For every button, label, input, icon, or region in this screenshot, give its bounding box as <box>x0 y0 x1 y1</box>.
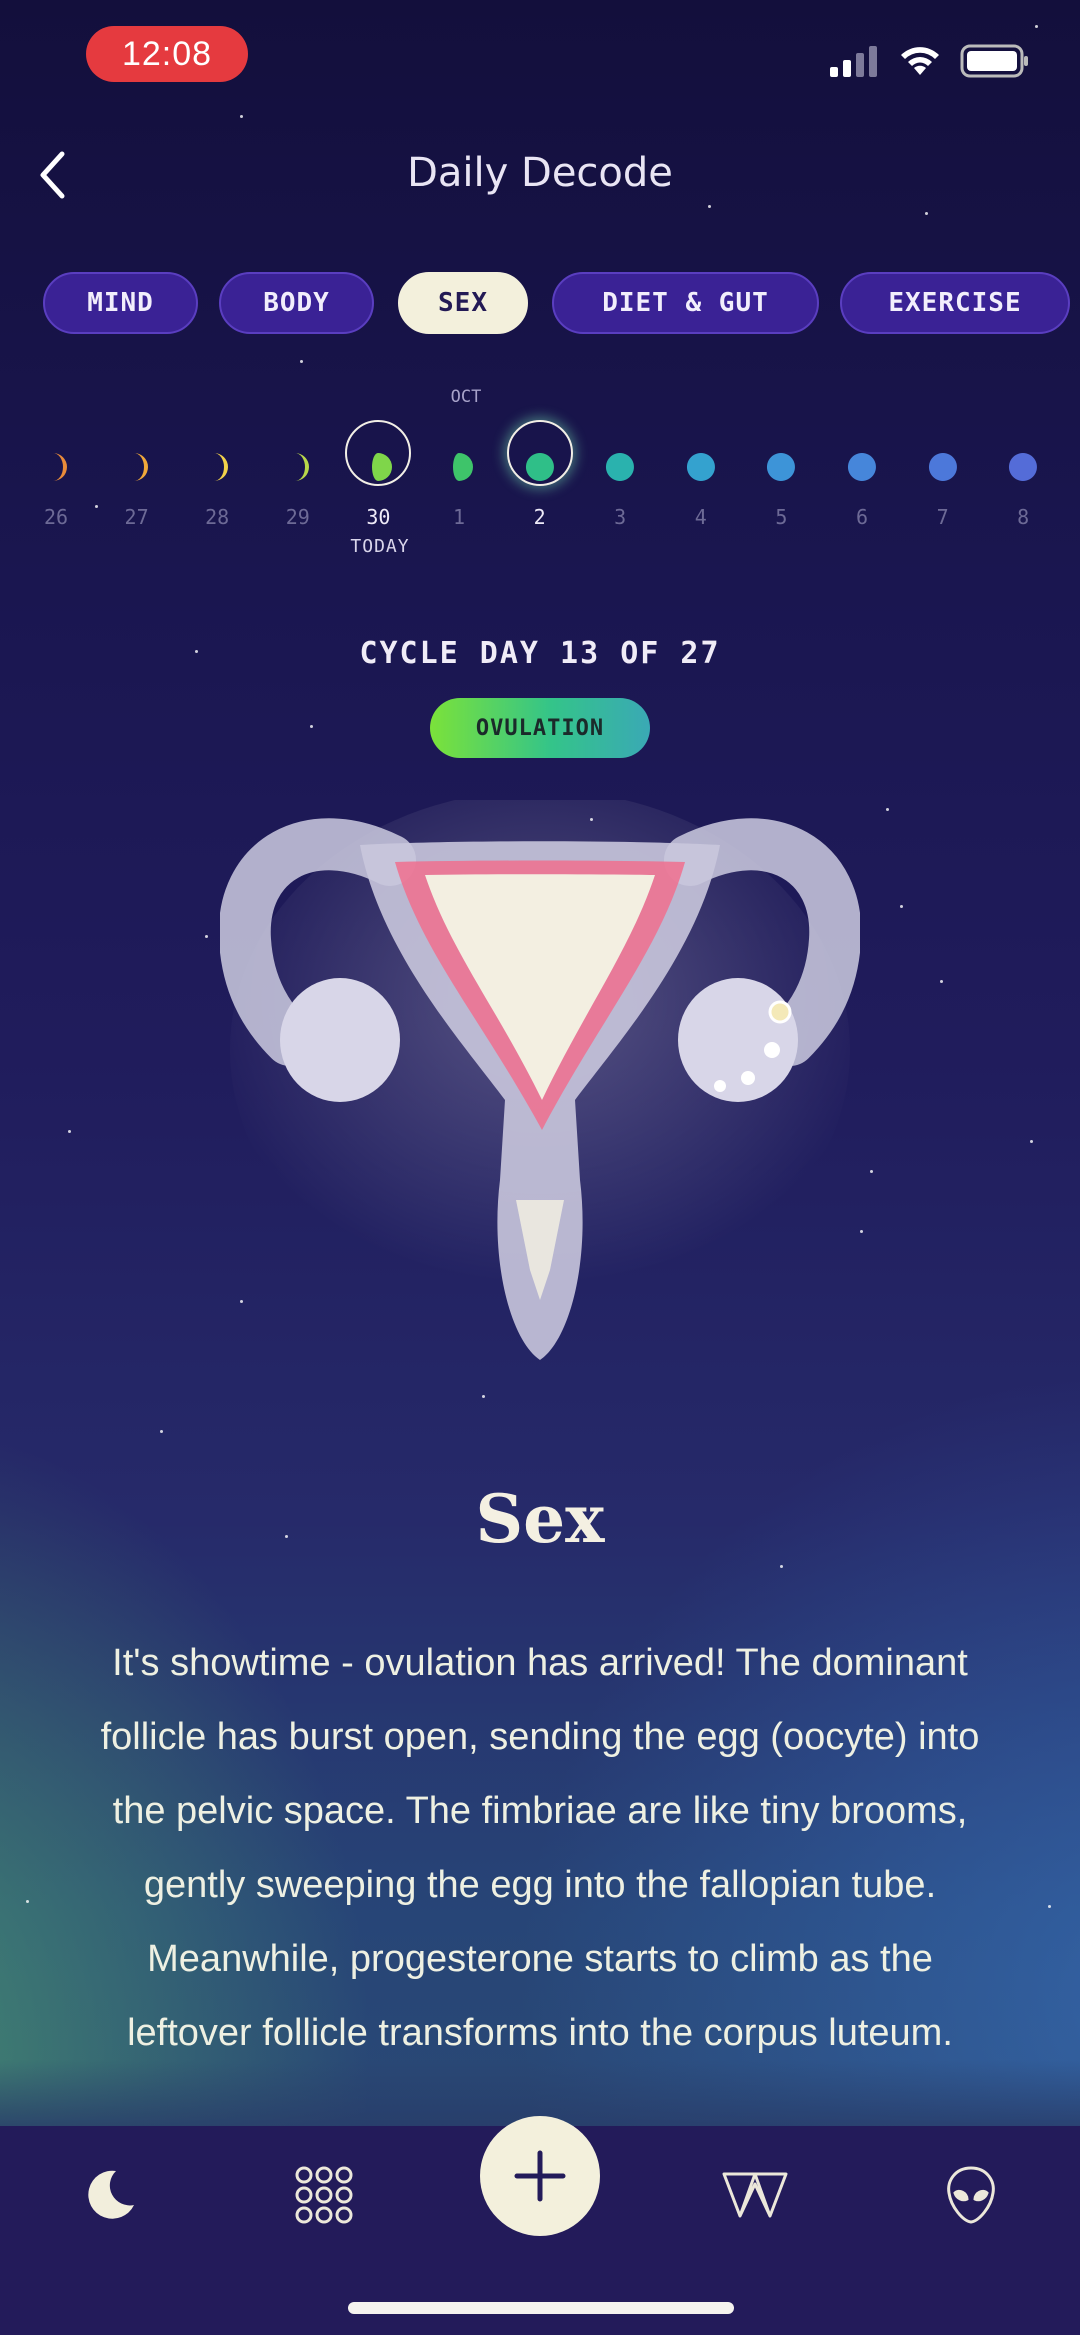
calendar-day[interactable]: 6 <box>822 420 902 580</box>
calendar-day[interactable]: 2 <box>500 420 580 580</box>
w-logo-icon <box>722 2172 788 2218</box>
moon-phase-icon <box>453 453 473 481</box>
moon-icon <box>88 2170 134 2219</box>
moon-phase-icon <box>767 453 796 481</box>
tab-exercise[interactable]: EXERCISE <box>840 272 1070 334</box>
phase-badge: OVULATION <box>430 698 650 758</box>
cycle-calendar: 26 27 28 29 30 1 2 3 4 5 6 7 8 <box>0 420 1080 580</box>
alien-icon <box>947 2166 995 2224</box>
calendar-day[interactable]: 27 <box>97 420 177 580</box>
moon-phase-icon <box>133 453 148 481</box>
tab-body[interactable]: BODY <box>219 272 374 334</box>
category-tabs: MIND BODY SEX DIET & GUT EXERCISE <box>0 272 1080 334</box>
status-icons <box>828 44 1030 78</box>
calendar-day-number: 29 <box>285 505 310 529</box>
page-title: Daily Decode <box>407 150 673 196</box>
calendar-day-number: 8 <box>1017 505 1030 529</box>
moon-phase-icon <box>372 453 393 481</box>
moon-phase-icon <box>525 453 554 481</box>
nav-grid[interactable] <box>264 2150 384 2240</box>
moon-phase-icon <box>606 453 635 481</box>
moon-phase-icon <box>928 453 957 481</box>
tab-diet-gut[interactable]: DIET & GUT <box>552 272 819 334</box>
uterus-illustration <box>220 800 860 1360</box>
calendar-day-number: 3 <box>614 505 627 529</box>
wifi-icon <box>901 47 939 75</box>
nav-alien[interactable] <box>911 2150 1031 2240</box>
month-label: OCT <box>450 387 482 407</box>
calendar-day[interactable]: 7 <box>903 420 983 580</box>
calendar-day-number: 7 <box>936 505 949 529</box>
calendar-day[interactable]: 8 <box>983 420 1063 580</box>
calendar-day-number: 6 <box>855 505 869 529</box>
moon-phase-icon <box>53 453 67 481</box>
battery-icon <box>960 44 1028 78</box>
moon-phase-icon <box>294 453 309 481</box>
calendar-day-number: 5 <box>775 505 788 529</box>
moon-phase-icon <box>214 453 229 481</box>
plus-icon <box>514 2150 566 2202</box>
tab-mind[interactable]: MIND <box>43 272 198 334</box>
calendar-day[interactable]: 28 <box>177 420 257 580</box>
signal-icon <box>830 46 877 77</box>
calendar-day[interactable]: 1 <box>419 420 499 580</box>
moon-phase-icon <box>686 453 715 481</box>
nav-moon[interactable] <box>50 2150 170 2240</box>
calendar-day-number: 28 <box>205 505 230 529</box>
cycle-day-label: CYCLE DAY 13 OF 27 <box>359 636 721 671</box>
calendar-day[interactable]: 4 <box>661 420 741 580</box>
tab-sex[interactable]: SEX <box>398 272 528 334</box>
moon-phase-icon <box>1009 453 1038 481</box>
calendar-day-number: 26 <box>43 505 69 529</box>
nav-w-logo[interactable] <box>695 2150 815 2240</box>
calendar-day-number: 27 <box>124 505 149 529</box>
section-body: It's showtime - ovulation has arrived! T… <box>100 1642 980 2054</box>
section-title: Sex <box>475 1480 605 1558</box>
grid-icon <box>295 2166 353 2224</box>
calendar-day-number: 30 <box>366 505 391 529</box>
home-indicator <box>348 2302 734 2314</box>
calendar-day-number: 4 <box>694 505 707 529</box>
calendar-day[interactable]: 5 <box>741 420 821 580</box>
today-label: TODAY <box>350 536 410 557</box>
calendar-day[interactable]: 29 <box>258 420 338 580</box>
add-button[interactable] <box>480 2116 600 2236</box>
status-time: 12:08 <box>86 26 248 82</box>
calendar-day-number: 1 <box>452 505 466 529</box>
moon-phase-icon <box>847 453 876 481</box>
calendar-day[interactable]: 3 <box>580 420 660 580</box>
calendar-day[interactable]: 26 <box>16 420 96 580</box>
calendar-day-number: 2 <box>533 505 546 529</box>
